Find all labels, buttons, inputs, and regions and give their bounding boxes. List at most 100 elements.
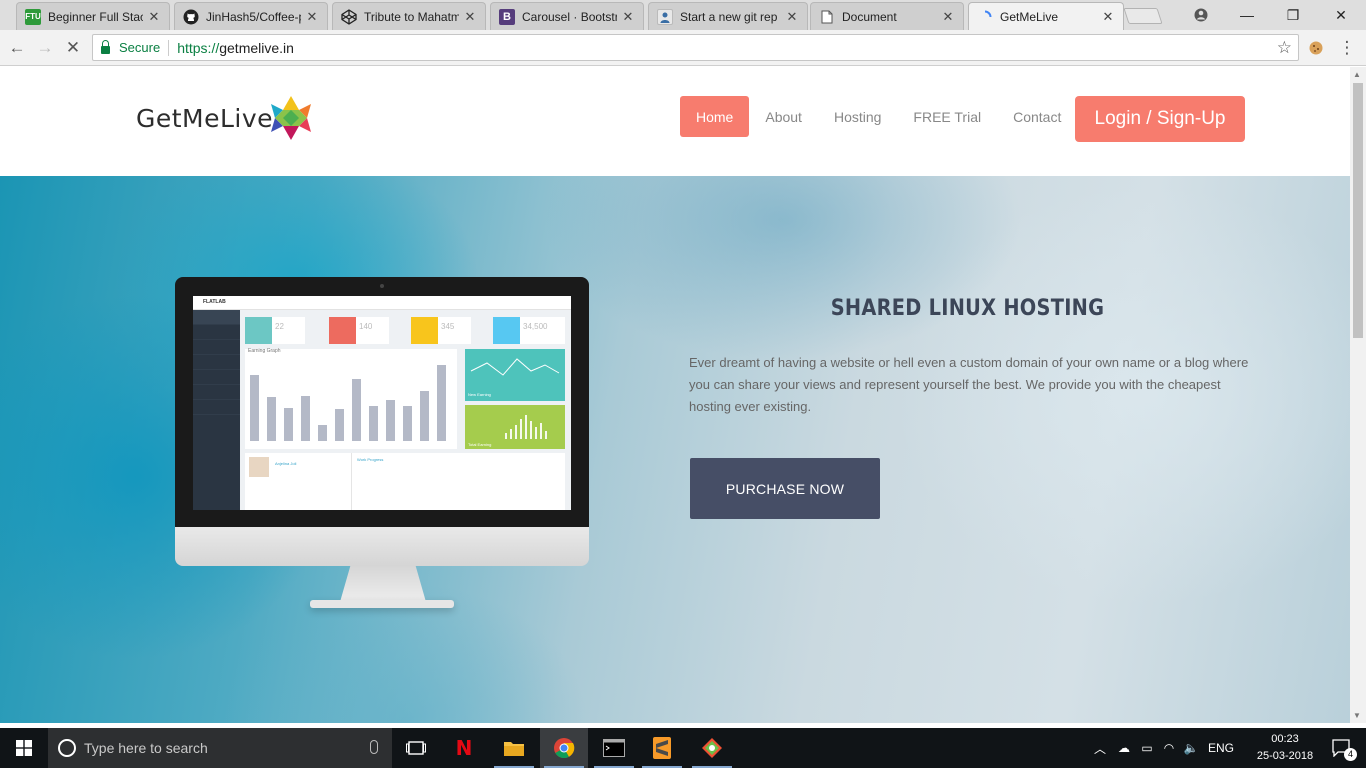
minimize-icon[interactable]: — xyxy=(1224,0,1270,30)
gitkraken-icon[interactable] xyxy=(688,728,736,768)
tab-title: GetMeLive xyxy=(1000,10,1059,24)
chrome-icon[interactable] xyxy=(540,728,588,768)
wifi-icon[interactable]: ◠ xyxy=(1158,741,1180,755)
site-header: GetMeLive Home About Hosting FREE Trial … xyxy=(0,67,1350,176)
mockup-green-bar xyxy=(540,423,542,439)
nav-free-trial[interactable]: FREE Trial xyxy=(897,96,997,137)
mockup-profile-name: Anjelina Joli xyxy=(275,461,297,466)
mockup-green-bar xyxy=(525,415,527,439)
scroll-up-icon[interactable]: ▲ xyxy=(1353,70,1361,79)
action-center-icon[interactable]: 4 xyxy=(1322,728,1362,768)
clock-time: 00:23 xyxy=(1271,733,1299,745)
camera-dot xyxy=(380,284,384,288)
address-bar[interactable]: Secure https://getmelive.in ☆ xyxy=(92,34,1299,61)
divider xyxy=(168,39,170,56)
divider xyxy=(351,453,352,510)
nav-about[interactable]: About xyxy=(749,96,818,137)
mockup-stat-value: 140 xyxy=(359,322,373,331)
forward-arrow-icon[interactable]: → xyxy=(34,37,56,59)
purchase-now-button[interactable]: PURCHASE NOW xyxy=(690,458,880,519)
browser-tab[interactable]: B Carousel · Bootstra ✕ xyxy=(490,2,644,30)
command-prompt-icon[interactable] xyxy=(590,728,638,768)
browser-tab[interactable]: Tribute to Mahatm ✕ xyxy=(332,2,486,30)
browser-tab[interactable]: Document ✕ xyxy=(810,2,964,30)
nav-hosting[interactable]: Hosting xyxy=(818,96,897,137)
microphone-icon[interactable] xyxy=(370,740,378,754)
mockup-green-bar xyxy=(530,421,532,439)
scroll-thumb[interactable] xyxy=(1353,83,1363,338)
mockup-bar xyxy=(369,406,378,441)
mockup-sidebar-item xyxy=(193,400,240,415)
close-tab-icon[interactable]: ✕ xyxy=(147,9,161,25)
sublime-text-icon[interactable] xyxy=(638,728,686,768)
mockup-bar xyxy=(284,408,293,441)
mockup-bar xyxy=(403,406,412,441)
mockup-sidebar xyxy=(193,310,240,510)
stop-loading-icon[interactable]: ✕ xyxy=(62,37,84,59)
page-scrollbar[interactable]: ▲ ▼ xyxy=(1350,67,1366,723)
close-tab-icon[interactable]: ✕ xyxy=(941,9,955,25)
login-signup-button[interactable]: Login / Sign-Up xyxy=(1075,96,1245,142)
language-indicator[interactable]: ENG xyxy=(1208,741,1234,755)
mockup-green-bar xyxy=(505,433,507,439)
browser-toolbar: ← → ✕ Secure https://getmelive.in ☆ ⋮ xyxy=(0,30,1366,66)
new-tab-button[interactable] xyxy=(1123,8,1163,24)
onedrive-icon[interactable]: ☁ xyxy=(1112,741,1136,755)
volume-icon[interactable]: 🔈 xyxy=(1180,741,1202,755)
mockup-bar xyxy=(301,396,310,441)
mockup-green-bar xyxy=(535,427,537,439)
browser-tab[interactable]: FTU Beginner Full Stack ✕ xyxy=(16,2,170,30)
close-tab-icon[interactable]: ✕ xyxy=(305,9,319,25)
browser-tab[interactable]: Start a new git rep ✕ xyxy=(648,2,808,30)
show-hidden-icons-icon[interactable]: ︿ xyxy=(1092,740,1108,757)
document-icon xyxy=(819,9,835,25)
bootstrap-icon: B xyxy=(499,8,515,25)
tab-title: Tribute to Mahatm xyxy=(364,9,459,24)
taskbar-search-box[interactable]: Type here to search xyxy=(48,728,392,768)
logo-text: GetMeLive xyxy=(136,103,274,133)
main-nav: Home About Hosting FREE Trial Contact xyxy=(680,96,1077,137)
dashboard-screenshot: FLATLAB 22 140 345 34,500 Earning Graph … xyxy=(193,296,571,510)
mockup-avatar xyxy=(249,457,269,477)
browser-tab-active[interactable]: GetMeLive ✕ xyxy=(968,2,1124,31)
site-logo[interactable]: GetMeLive xyxy=(136,94,313,142)
bookmark-star-icon[interactable]: ☆ xyxy=(1277,38,1292,58)
file-explorer-icon[interactable] xyxy=(490,728,538,768)
back-arrow-icon[interactable]: ← xyxy=(6,37,28,59)
close-tab-icon[interactable]: ✕ xyxy=(1101,9,1115,25)
cookie-extension-icon[interactable] xyxy=(1305,37,1327,59)
close-window-icon[interactable]: ✕ xyxy=(1318,0,1364,30)
mockup-sidebar-item xyxy=(193,385,240,400)
restore-icon[interactable]: ❐ xyxy=(1270,0,1316,30)
nav-home[interactable]: Home xyxy=(680,96,750,137)
task-view-icon[interactable] xyxy=(392,728,440,768)
taskbar-clock[interactable]: 00:23 25-03-2018 xyxy=(1248,731,1322,765)
close-tab-icon[interactable]: ✕ xyxy=(785,9,799,25)
nav-contact[interactable]: Contact xyxy=(997,96,1077,137)
mockup-sidebar-item xyxy=(193,340,240,355)
notification-count: 4 xyxy=(1344,748,1357,761)
search-placeholder: Type here to search xyxy=(84,740,208,756)
cart-icon xyxy=(411,317,438,344)
mockup-sidebar-item xyxy=(193,370,240,385)
browser-tab[interactable]: JinHash5/Coffee-p ✕ xyxy=(174,2,328,30)
mockup-bar xyxy=(386,400,395,441)
close-tab-icon[interactable]: ✕ xyxy=(621,9,635,25)
mockup-green-bar xyxy=(545,431,547,439)
netflix-icon[interactable]: N xyxy=(440,728,488,768)
monitor-base xyxy=(310,600,454,608)
windows-start-icon[interactable] xyxy=(0,728,48,768)
mockup-stat-value: 345 xyxy=(441,322,455,331)
mockup-sidebar-item xyxy=(193,325,240,340)
menu-dots-icon[interactable]: ⋮ xyxy=(1336,37,1358,59)
person-icon xyxy=(657,8,673,25)
mockup-teal-label: New Earning xyxy=(468,392,491,397)
hero-title: SHARED LINUX HOSTING xyxy=(830,296,1105,321)
profile-icon[interactable] xyxy=(1178,0,1224,30)
battery-icon[interactable]: ▭ xyxy=(1136,741,1158,755)
mockup-bar xyxy=(267,397,276,441)
mockup-green-bar xyxy=(510,429,512,439)
scroll-down-icon[interactable]: ▼ xyxy=(1353,711,1361,720)
mockup-total-earning-panel: Total Earning xyxy=(465,405,565,449)
close-tab-icon[interactable]: ✕ xyxy=(463,9,477,25)
